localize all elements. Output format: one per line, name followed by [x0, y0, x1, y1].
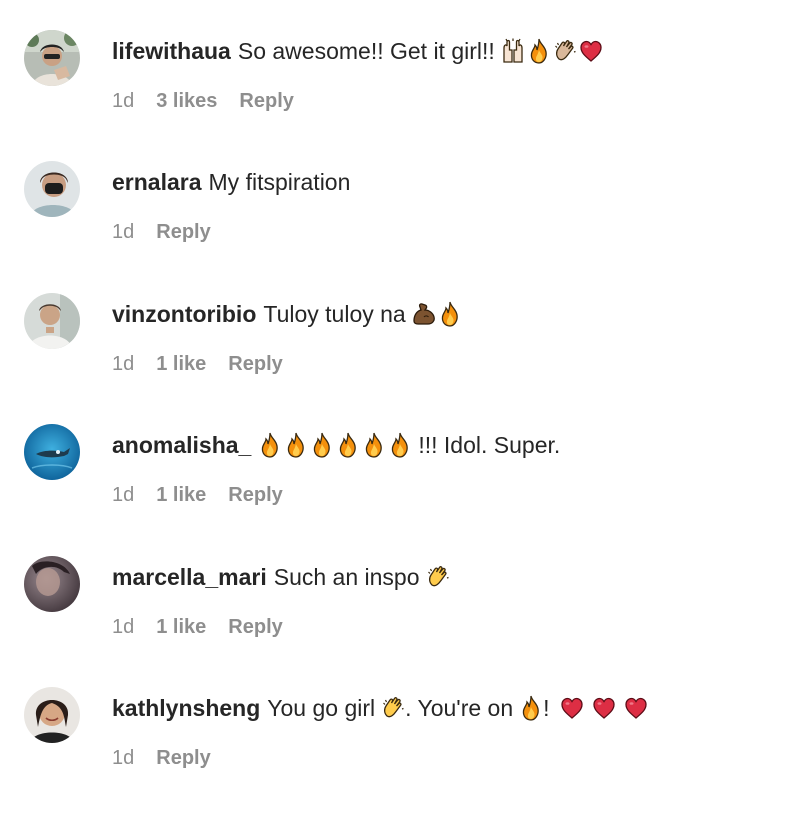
- fire-icon: [284, 432, 308, 458]
- comment-timestamp: 1d: [112, 353, 135, 375]
- comment-text: You go girl: [267, 695, 376, 721]
- fire-icon: [362, 432, 386, 458]
- comment-item: anomalisha_ !!! Idol. Super. 1d 1 like R…: [0, 424, 800, 556]
- comment-meta: 1d 1 like Reply: [112, 616, 283, 639]
- fire-icon: [388, 432, 412, 458]
- fire-icon: [336, 432, 360, 458]
- avatar[interactable]: [24, 424, 80, 480]
- comment-body: anomalisha_ !!! Idol. Super.: [112, 430, 560, 460]
- comment-item: ernalara My fitspiration 1d Reply: [0, 161, 800, 293]
- comment-likes[interactable]: 1 like: [156, 484, 206, 507]
- comment-likes[interactable]: 3 likes: [156, 90, 217, 113]
- comment-text: Tuloy tuloy na: [263, 301, 406, 327]
- comment-timestamp: 1d: [112, 747, 135, 769]
- clapping-hands-icon: [426, 564, 450, 590]
- comment-emojis: [258, 432, 412, 458]
- comment-emojis: [426, 564, 450, 590]
- comment-meta: 1d Reply: [112, 747, 211, 770]
- fire-icon: [519, 695, 543, 721]
- reply-button[interactable]: Reply: [239, 90, 293, 113]
- comment-body: lifewithaua So awesome!! Get it girl!!: [112, 36, 603, 66]
- red-heart-icon: [624, 695, 648, 721]
- comment-meta: 1d Reply: [112, 221, 211, 244]
- avatar[interactable]: [24, 293, 80, 349]
- comment-meta: 1d 1 like Reply: [112, 484, 283, 507]
- comment-body: ernalara My fitspiration: [112, 167, 350, 197]
- comment-timestamp: 1d: [112, 484, 135, 506]
- comment-likes[interactable]: 1 like: [156, 353, 206, 376]
- comment-item: kathlynsheng You go girl . You're on ! 1…: [0, 687, 800, 819]
- comment-username[interactable]: ernalara: [112, 167, 202, 197]
- avatar[interactable]: [24, 687, 80, 743]
- comment-text-end: !: [543, 695, 550, 721]
- red-heart-icon: [579, 38, 603, 64]
- comment-timestamp: 1d: [112, 221, 135, 243]
- comment-emojis: [519, 695, 543, 721]
- comment-text: !!! Idol. Super.: [418, 432, 561, 458]
- comment-emojis: [381, 695, 405, 721]
- comment-body: kathlynsheng You go girl . You're on !: [112, 693, 648, 723]
- comment-emojis: [560, 695, 648, 721]
- reply-button[interactable]: Reply: [228, 353, 282, 376]
- comment-username[interactable]: vinzontoribio: [112, 299, 256, 329]
- comment-meta: 1d 3 likes Reply: [112, 90, 294, 113]
- reply-button[interactable]: Reply: [228, 484, 282, 507]
- comment-body: marcella_mari Such an inspo: [112, 562, 450, 592]
- comment-item: marcella_mari Such an inspo 1d 1 like Re…: [0, 556, 800, 688]
- comment-text: So awesome!! Get it girl!!: [237, 38, 495, 64]
- comment-username[interactable]: marcella_mari: [112, 562, 267, 592]
- comment-username[interactable]: kathlynsheng: [112, 693, 260, 723]
- avatar[interactable]: [24, 556, 80, 612]
- avatar[interactable]: [24, 30, 80, 86]
- comment-timestamp: 1d: [112, 90, 135, 112]
- fire-icon: [310, 432, 334, 458]
- comment-body: vinzontoribio Tuloy tuloy na: [112, 299, 462, 329]
- comment-emojis: [501, 38, 603, 64]
- comment-timestamp: 1d: [112, 616, 135, 638]
- comment-item: vinzontoribio Tuloy tuloy na 1d 1 like R…: [0, 293, 800, 425]
- comment-text: My fitspiration: [208, 169, 351, 195]
- comment-username[interactable]: lifewithaua: [112, 36, 231, 66]
- reply-button[interactable]: Reply: [228, 616, 282, 639]
- clapping-hands-icon: [553, 38, 577, 64]
- comment-text-mid: . You're on: [405, 695, 514, 721]
- fire-icon: [258, 432, 282, 458]
- reply-button[interactable]: Reply: [156, 221, 210, 244]
- comment-emojis: [412, 301, 462, 327]
- avatar[interactable]: [24, 161, 80, 217]
- clapping-hands-icon: [381, 695, 405, 721]
- reply-button[interactable]: Reply: [156, 747, 210, 770]
- red-heart-icon: [592, 695, 616, 721]
- comment-likes[interactable]: 1 like: [156, 616, 206, 639]
- raising-hands-icon: [501, 38, 525, 64]
- comment-username[interactable]: anomalisha_: [112, 430, 251, 460]
- comment-item: lifewithaua So awesome!! Get it girl!! 1…: [0, 30, 800, 162]
- comment-meta: 1d 1 like Reply: [112, 353, 283, 376]
- fire-icon: [527, 38, 551, 64]
- red-heart-icon: [560, 695, 584, 721]
- comment-text: Such an inspo: [273, 564, 420, 590]
- fire-icon: [438, 301, 462, 327]
- flexed-biceps-icon: [412, 301, 436, 327]
